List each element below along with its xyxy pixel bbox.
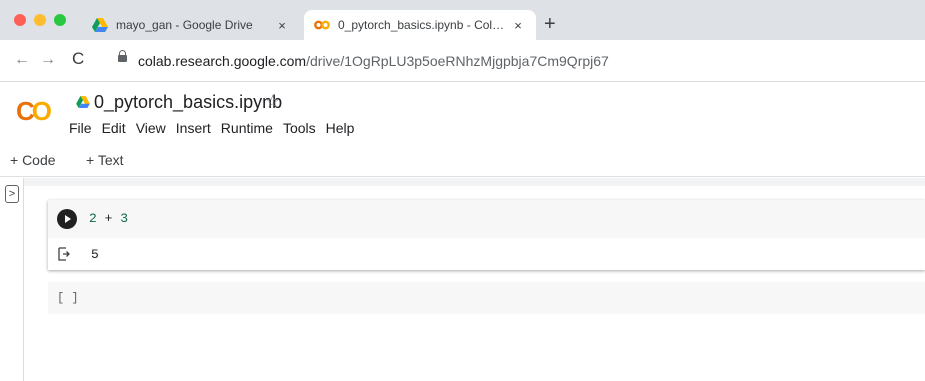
- notebook-title[interactable]: 0_pytorch_basics.ipynb: [94, 92, 282, 113]
- window-minimize-button[interactable]: [34, 14, 46, 26]
- google-drive-icon: [92, 18, 108, 32]
- notebook-area: > 2 + 3 5 [ ]: [0, 178, 925, 381]
- menu-view[interactable]: View: [136, 120, 166, 136]
- run-cell-button[interactable]: [57, 209, 77, 229]
- add-text-button[interactable]: + Text: [86, 152, 124, 168]
- tab-close-icon[interactable]: ×: [508, 18, 528, 33]
- notebook-top-divider: [24, 178, 925, 186]
- colab-header: CO 0_pytorch_basics.ipynb ☆ File Edit Vi…: [0, 83, 925, 143]
- sidebar-strip: >: [0, 178, 24, 381]
- colab-logo[interactable]: CO: [16, 96, 52, 127]
- url-path: /drive/1OgRpLU3p5oeRNhzMjgpbja7Cm9Qrpj67: [306, 53, 609, 69]
- code-cell-1[interactable]: 2 + 3 5: [48, 200, 925, 270]
- logo-c: C: [16, 96, 35, 126]
- code-cell-2[interactable]: [ ]: [48, 282, 925, 314]
- lock-icon[interactable]: [118, 50, 127, 62]
- colab-icon: [314, 20, 330, 30]
- cell-execution-prompt[interactable]: [ ]: [57, 291, 79, 305]
- code-number: 2: [89, 211, 97, 226]
- window-maximize-button[interactable]: [54, 14, 66, 26]
- tab-title: 0_pytorch_basics.ipynb - Colaboratory: [338, 18, 508, 32]
- tab-google-drive[interactable]: mayo_gan - Google Drive ×: [86, 10, 300, 40]
- address-bar-row: ← → C colab.research.google.com/drive/1O…: [0, 40, 925, 82]
- code-number: 3: [120, 211, 129, 226]
- code-editor[interactable]: 2 + 3: [89, 211, 128, 226]
- tab-colab[interactable]: 0_pytorch_basics.ipynb - Colaboratory ×: [304, 10, 536, 40]
- tab-close-icon[interactable]: ×: [272, 18, 292, 33]
- tab-title: mayo_gan - Google Drive: [116, 18, 253, 32]
- logo-o: O: [31, 96, 52, 126]
- back-button[interactable]: ←: [14, 52, 30, 68]
- cell-output: 5: [91, 247, 99, 262]
- notebook-toolbar: + Code + Text: [0, 143, 925, 177]
- browser-tab-strip: mayo_gan - Google Drive × 0_pytorch_basi…: [0, 0, 925, 40]
- add-code-button[interactable]: + Code: [10, 152, 56, 168]
- new-tab-button[interactable]: +: [544, 14, 556, 34]
- window-close-button[interactable]: [14, 14, 26, 26]
- menu-file[interactable]: File: [69, 120, 92, 136]
- code-operator: +: [104, 211, 113, 226]
- google-drive-icon: [76, 96, 90, 108]
- menu-insert[interactable]: Insert: [176, 120, 211, 136]
- forward-button[interactable]: →: [40, 52, 56, 68]
- url-host: colab.research.google.com: [138, 53, 307, 69]
- url-field[interactable]: colab.research.google.com/drive/1OgRpLU3…: [138, 53, 609, 69]
- menu-tools[interactable]: Tools: [283, 120, 316, 136]
- menu-runtime[interactable]: Runtime: [221, 120, 273, 136]
- output-icon[interactable]: [58, 247, 70, 261]
- menu-help[interactable]: Help: [326, 120, 355, 136]
- menu-bar: File Edit View Insert Runtime Tools Help: [69, 120, 364, 136]
- code-cell-input[interactable]: 2 + 3: [48, 200, 925, 238]
- star-icon[interactable]: ☆: [265, 92, 280, 112]
- reload-button[interactable]: C: [72, 50, 84, 67]
- menu-edit[interactable]: Edit: [102, 120, 126, 136]
- sidebar-toggle-button[interactable]: >: [5, 185, 19, 203]
